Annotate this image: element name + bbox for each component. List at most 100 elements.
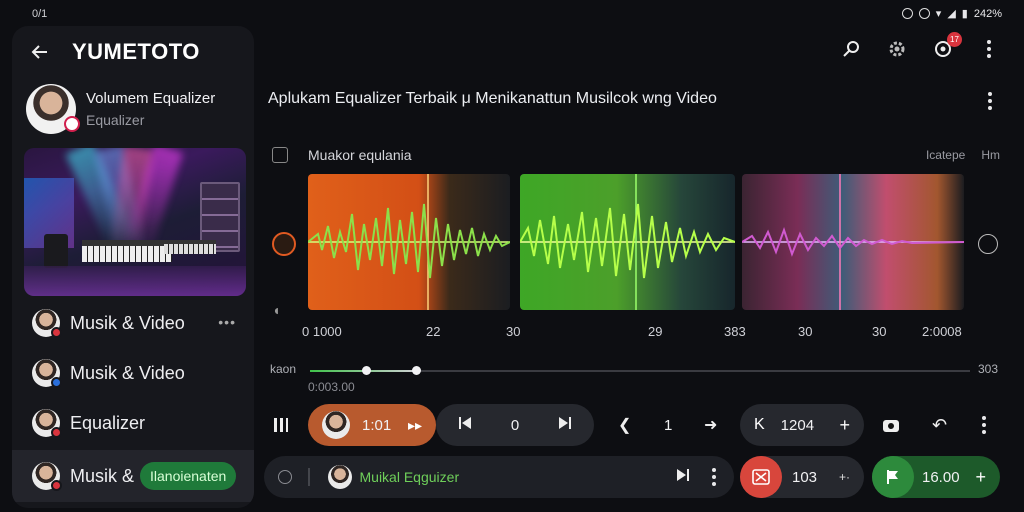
waveform-segment-1[interactable]	[308, 174, 510, 310]
slider-label: kaon	[270, 362, 297, 376]
settings-button[interactable]	[886, 38, 908, 60]
step-indicator: 1	[664, 404, 672, 446]
eq-right-label-2: Hm	[981, 148, 1000, 162]
add-icon[interactable]: +	[975, 467, 986, 488]
battery-icon: ▮	[961, 8, 968, 20]
signal-icon: ◢	[947, 8, 956, 20]
avatar	[327, 465, 352, 489]
avatar	[322, 411, 350, 439]
search-more-button[interactable]	[712, 468, 716, 486]
more-menu-button[interactable]	[978, 38, 1000, 60]
tick-label: 29	[648, 324, 663, 339]
forward-icon: ▸▸	[407, 416, 422, 433]
sidebar-header: YUMETOTO	[12, 36, 254, 68]
step-value: 1	[664, 416, 673, 434]
arrow-right-icon: ➜	[704, 417, 718, 434]
current-time: 0:003.00	[308, 380, 355, 394]
tick-label: 383	[724, 324, 746, 339]
next-arrow-button[interactable]: ➜	[704, 404, 717, 446]
record-knob-icon[interactable]	[272, 232, 296, 256]
battery-percent: 242%	[973, 7, 1002, 20]
play-next-icon	[677, 468, 689, 481]
search-track-label: Muikal Eqguizer	[359, 469, 460, 485]
loop-icon[interactable]	[978, 234, 998, 254]
value-pill[interactable]: K 1204 +	[740, 404, 864, 446]
slider-handle-1[interactable]	[362, 366, 371, 375]
undo-icon: ↶	[932, 414, 948, 435]
avatar	[32, 462, 62, 491]
slider-handle-2[interactable]	[412, 366, 421, 375]
search-tool-button[interactable]	[840, 38, 862, 60]
equalizer-label: Muakor equlania	[308, 147, 412, 163]
avatar	[32, 309, 62, 338]
undo-button[interactable]: ↶	[932, 404, 947, 446]
status-icons: ▾ ◢ ▮ 242%	[901, 7, 1002, 20]
sidebar-item-musik-video[interactable]: Musik & Video •••	[12, 300, 254, 346]
sidebar-item-equalizer[interactable]: Equalizer	[12, 400, 254, 446]
sidebar-item-musik-video-2[interactable]: Musik & Video	[12, 350, 254, 396]
play-next-button[interactable]	[676, 468, 690, 487]
track-value: 1:01	[362, 416, 392, 434]
playback-slider-row: kaon 303 0:003.00	[270, 362, 1000, 394]
avatar	[26, 84, 80, 134]
page-title: Aplukam Equalizer Terbaik μ Menikanattun…	[268, 90, 717, 107]
profile[interactable]: Volumem Equalizer Equalizer	[26, 84, 215, 134]
studio-banner-image[interactable]	[24, 148, 246, 296]
track-pill[interactable]: 1:01 ▸▸	[308, 404, 436, 446]
tick-label: 22	[426, 324, 441, 339]
gear-icon	[889, 41, 905, 57]
slider-end-label: 303	[977, 362, 998, 376]
waveform-view[interactable]	[270, 172, 1000, 312]
tick-label: 2:0008	[922, 324, 962, 339]
notifications-button[interactable]: 17	[932, 32, 962, 60]
skip-next-button[interactable]	[558, 416, 572, 435]
red-value: 103	[792, 468, 818, 486]
profile-badge-icon	[64, 116, 80, 132]
camera-button[interactable]	[882, 404, 900, 446]
back-button[interactable]	[24, 36, 56, 68]
more-icon[interactable]: •••	[218, 314, 236, 330]
app-title: YUMETOTO	[72, 39, 200, 64]
title-more-button[interactable]	[988, 92, 992, 110]
profile-subtitle: Equalizer	[86, 112, 145, 128]
green-action-pill[interactable]: 16.00 +	[872, 456, 1000, 498]
avatar	[32, 409, 62, 438]
equalizer-icon	[272, 147, 288, 163]
tick-label: 30	[872, 324, 887, 339]
dnd-icon	[918, 8, 930, 19]
rewind-button[interactable]: ❮	[618, 404, 631, 446]
controls-more-button[interactable]	[982, 404, 986, 446]
sidebar-item-musik-active[interactable]: Musik & Ilanoienaten	[12, 450, 254, 502]
sidebar-item-label: Musik &	[70, 465, 135, 486]
status-dot-icon	[51, 377, 62, 388]
profile-name: Volumem Equalizer	[86, 90, 216, 107]
center-value: 0	[510, 416, 520, 434]
camera-icon	[883, 420, 899, 432]
tick-label: 0 1000	[302, 324, 342, 339]
notification-badge: 17	[947, 32, 962, 47]
topbar-actions: 17	[840, 32, 1000, 60]
plus-icon[interactable]: +	[839, 415, 850, 436]
waveform-segment-2[interactable]	[520, 174, 735, 310]
image-icon[interactable]	[740, 456, 782, 498]
sidebar-item-label: Musik & Video	[70, 362, 185, 383]
search-bar[interactable]: Muikal Eqguizer	[264, 456, 734, 498]
tick-label: 30	[798, 324, 813, 339]
arrow-left-icon	[31, 45, 47, 59]
status-dot-icon	[51, 480, 62, 491]
red-action-pill[interactable]: 103 +·	[740, 456, 864, 498]
skip-previous-button[interactable]	[458, 416, 472, 435]
divider	[308, 468, 310, 486]
tag-pill[interactable]: Ilanoienaten	[140, 462, 237, 490]
waveform-segment-3[interactable]	[742, 174, 964, 310]
chevron-left-icon: ❮	[618, 417, 632, 434]
alarm-icon	[901, 8, 913, 19]
status-dot-icon	[51, 427, 62, 438]
volume-icon[interactable]: ◖	[272, 302, 280, 318]
pause-icon	[274, 418, 288, 432]
pause-button[interactable]	[272, 404, 290, 446]
forward-small-icon: +·	[838, 470, 850, 484]
tick-label: 30	[506, 324, 521, 339]
flag-icon[interactable]	[872, 456, 914, 498]
skip-next-icon	[559, 416, 571, 429]
